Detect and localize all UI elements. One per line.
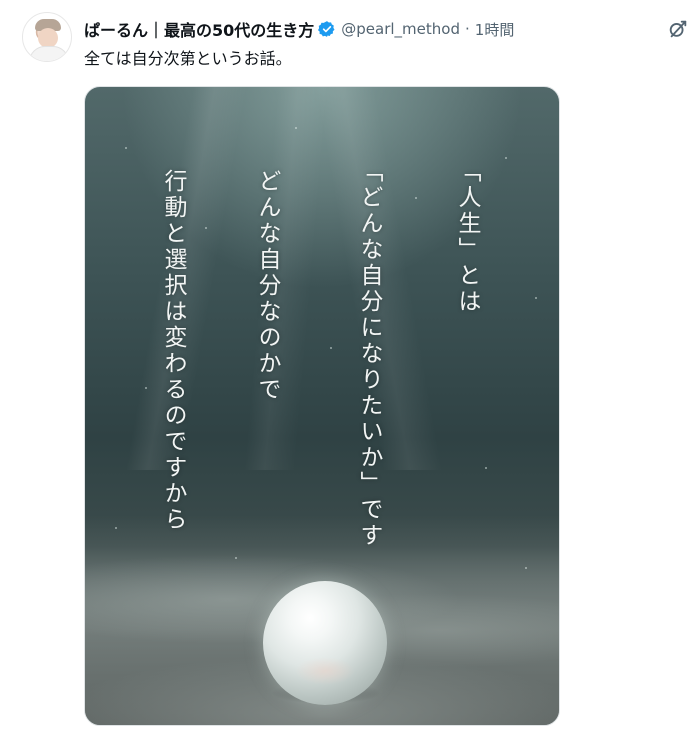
particle bbox=[330, 347, 332, 349]
particle bbox=[205, 227, 207, 229]
particle bbox=[235, 557, 237, 559]
avatar-face bbox=[38, 28, 58, 48]
tweet-image[interactable]: 「人生」とは 「どんな自分になりたいか」です どんな自分なのかで 行動と選択は変… bbox=[84, 86, 560, 726]
particle bbox=[295, 127, 297, 129]
separator-dot: · bbox=[465, 20, 470, 38]
display-name[interactable]: ぱーるん｜最高の50代の生き方 bbox=[84, 17, 314, 41]
light-rays bbox=[85, 87, 559, 470]
handle[interactable]: @pearl_method bbox=[341, 20, 460, 38]
particle bbox=[115, 527, 117, 529]
particle bbox=[535, 297, 537, 299]
particle bbox=[145, 387, 147, 389]
image-text-line-3: どんな自分なのかで bbox=[254, 169, 280, 403]
tweet-header: ぱーるん｜最高の50代の生き方 @pearl_method · 1時間 bbox=[84, 16, 514, 42]
tweet-text: 全ては自分次第というお話。 bbox=[84, 49, 292, 68]
particle bbox=[485, 467, 487, 469]
pearl bbox=[263, 581, 387, 705]
image-text-line-1: 「人生」とは bbox=[454, 159, 480, 315]
pearl-reflection bbox=[295, 657, 355, 685]
image-text-line-4: 行動と選択は変わるのですから bbox=[160, 169, 186, 533]
avatar[interactable] bbox=[22, 12, 72, 62]
grok-icon[interactable] bbox=[667, 18, 689, 40]
verified-badge-icon[interactable] bbox=[318, 20, 336, 38]
image-text-line-2: 「どんな自分になりたいか」です bbox=[356, 159, 382, 549]
particle bbox=[125, 147, 127, 149]
particle bbox=[505, 157, 507, 159]
timestamp[interactable]: 1時間 bbox=[475, 19, 515, 40]
particle bbox=[415, 197, 417, 199]
avatar-shirt bbox=[29, 46, 69, 61]
particle bbox=[525, 567, 527, 569]
tweet[interactable]: ぱーるん｜最高の50代の生き方 @pearl_method · 1時間 全ては自… bbox=[0, 0, 695, 733]
